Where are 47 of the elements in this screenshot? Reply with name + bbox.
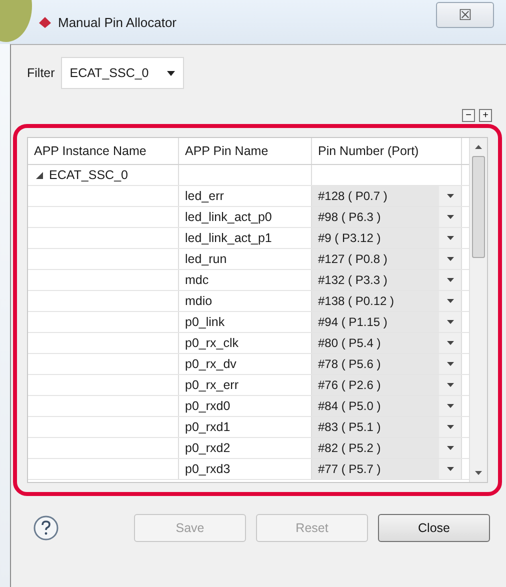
pin-number-dropdown[interactable]: #9 ( P3.12 ) <box>312 228 462 248</box>
pin-number-dropdown[interactable]: #138 ( P0.12 ) <box>312 291 462 311</box>
scrollbar-thumb[interactable] <box>472 156 485 258</box>
app-icon <box>38 15 52 29</box>
dropdown-caret-icon <box>446 467 454 471</box>
collapse-all-button[interactable]: − <box>462 109 475 122</box>
expand-triangle-icon[interactable] <box>36 172 43 178</box>
dialog-button[interactable]: Close <box>378 514 490 542</box>
window-title: Manual Pin Allocator <box>58 14 177 30</box>
dropdown-caret-icon <box>446 404 454 408</box>
dropdown-caret-icon <box>446 362 454 366</box>
pin-number-dropdown[interactable]: #76 ( P2.6 ) <box>312 375 462 395</box>
pin-number-dropdown[interactable]: #98 ( P6.3 ) <box>312 207 462 227</box>
pin-number-dropdown[interactable]: #94 ( P1.15 ) <box>312 312 462 332</box>
filter-dropdown[interactable]: ECAT_SSC_0 <box>60 57 184 89</box>
pin-number-dropdown[interactable]: #83 ( P5.1 ) <box>312 417 462 437</box>
dropdown-caret-icon <box>446 299 454 303</box>
filter-label: Filter <box>27 66 55 80</box>
pin-number-dropdown[interactable]: #78 ( P5.6 ) <box>312 354 462 374</box>
dropdown-caret-icon <box>446 236 454 240</box>
pin-number-dropdown[interactable]: #127 ( P0.8 ) <box>312 249 462 269</box>
pin-number-dropdown[interactable]: #80 ( P5.4 ) <box>312 333 462 353</box>
dropdown-caret-icon <box>446 446 454 450</box>
pin-number-dropdown[interactable]: #132 ( P3.3 ) <box>312 270 462 290</box>
pin-number-dropdown[interactable]: #82 ( P5.2 ) <box>312 438 462 458</box>
dropdown-caret-icon <box>446 341 454 345</box>
pin-number-dropdown[interactable]: #128 ( P0.7 ) <box>312 186 462 206</box>
expand-all-button[interactable]: + <box>479 109 492 122</box>
column-header[interactable]: Pin Number (Port) <box>312 138 462 164</box>
dropdown-caret-icon <box>446 278 454 282</box>
dropdown-caret-icon <box>446 320 454 324</box>
scroll-down-icon[interactable] <box>475 471 482 475</box>
dropdown-caret-icon <box>446 383 454 387</box>
dropdown-caret-icon <box>446 257 454 261</box>
column-header[interactable]: APP Pin Name <box>179 138 312 164</box>
close-button[interactable]: ☒ <box>436 2 494 28</box>
dropdown-caret-icon <box>166 70 175 76</box>
tree-node[interactable]: ECAT_SSC_0 <box>28 165 179 185</box>
help-icon[interactable] <box>33 515 59 541</box>
dropdown-caret-icon <box>446 425 454 429</box>
pin-number-dropdown[interactable]: #77 ( P5.7 ) <box>312 459 462 479</box>
vertical-scrollbar[interactable] <box>469 138 487 482</box>
dropdown-caret-icon <box>446 215 454 219</box>
scroll-up-icon[interactable] <box>475 145 482 149</box>
dropdown-caret-icon <box>446 194 454 198</box>
pin-number-dropdown[interactable]: #84 ( P5.0 ) <box>312 396 462 416</box>
column-header[interactable]: APP Instance Name <box>28 138 179 164</box>
